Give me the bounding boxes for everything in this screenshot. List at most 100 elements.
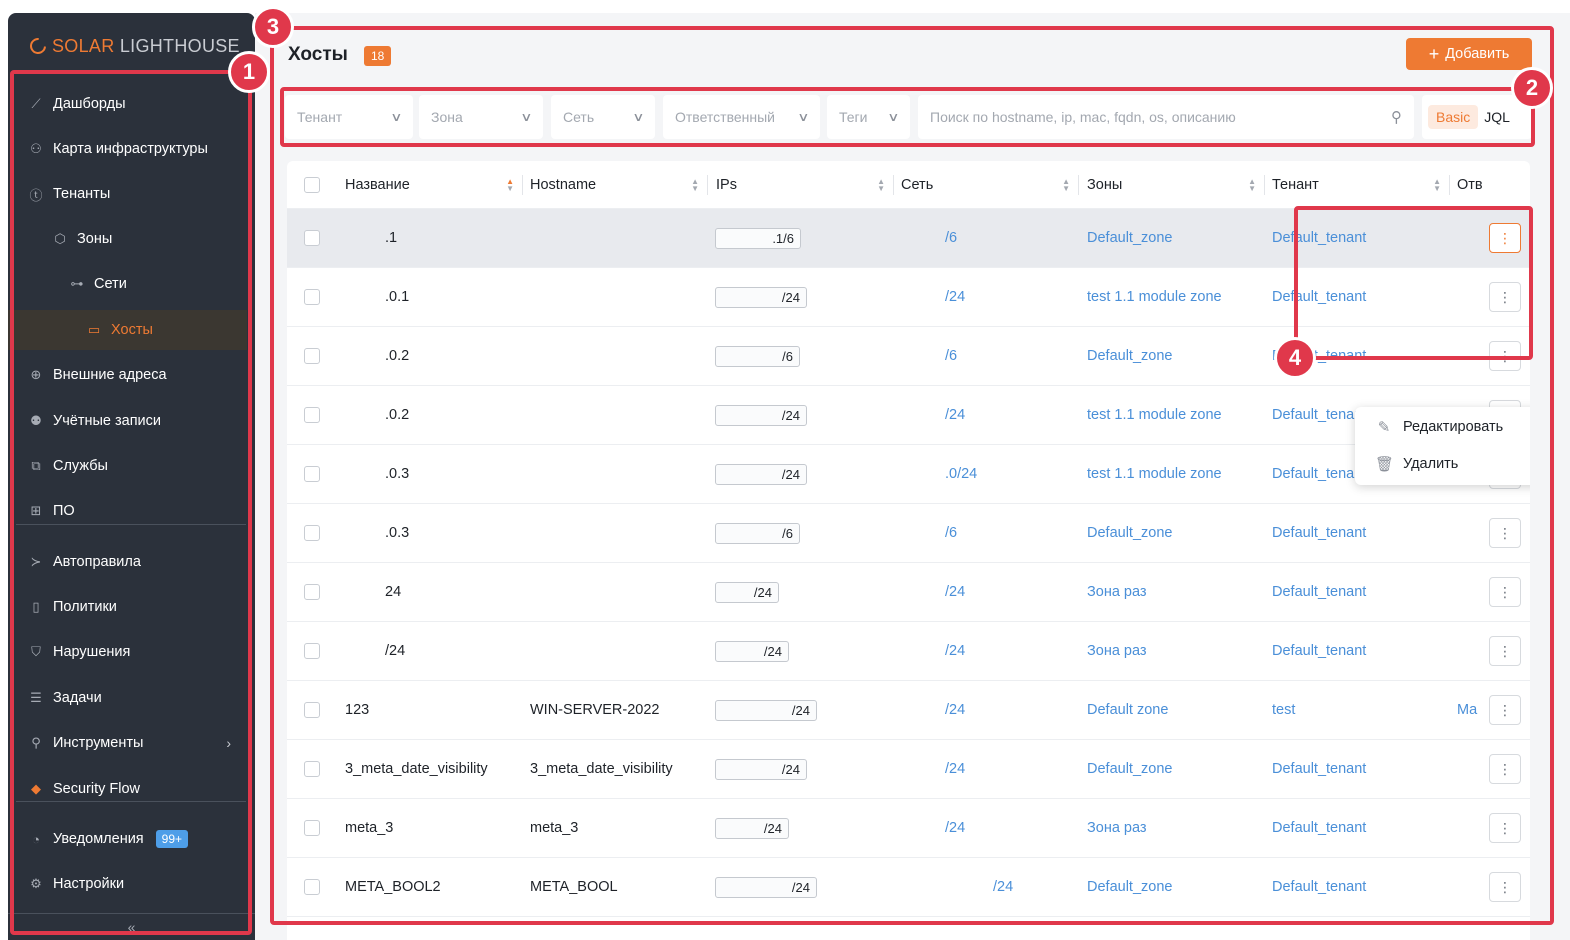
cell-owner-link[interactable] <box>1457 504 1487 562</box>
column-header-owner[interactable]: Отв <box>1457 161 1487 209</box>
cell-tenant-link[interactable]: Default_tenant <box>1272 740 1447 798</box>
cell-network-link[interactable]: /24 <box>901 681 1076 739</box>
cell-tenant-link[interactable]: Default_tenant <box>1272 858 1447 916</box>
cell-owner-link[interactable]: Ma <box>1457 681 1487 739</box>
sidebar-item-2[interactable]: ⚇ Карта инфраструктуры <box>8 129 247 169</box>
edit-menu-item[interactable]: ✎ Редактировать <box>1355 409 1530 445</box>
row-checkbox[interactable] <box>304 466 320 482</box>
row-checkbox[interactable] <box>304 407 320 423</box>
cell-owner-link[interactable] <box>1457 740 1487 798</box>
table-row[interactable]: 3_meta_date_visibility 3_meta_date_visibi… <box>287 740 1530 799</box>
column-header-ips[interactable]: IPs ▲ ▼ <box>716 161 891 209</box>
sidebar-item-18[interactable]: ⚙ Настройки <box>8 864 247 904</box>
cell-owner-link[interactable] <box>1457 563 1487 621</box>
cell-network-link[interactable]: /6 <box>901 504 1076 562</box>
row-actions-button[interactable]: ⋮ <box>1489 341 1521 371</box>
table-row[interactable]: meta_3 meta_3/24/24 Зона раз Default_tenant… <box>287 799 1530 858</box>
cell-zone-link[interactable]: Default_zone <box>1087 858 1262 916</box>
cell-zone-link[interactable]: Default_zone <box>1087 327 1262 385</box>
cell-owner-link[interactable] <box>1457 858 1487 916</box>
cell-network-link[interactable]: /6 <box>901 327 1076 385</box>
column-header-tenant[interactable]: Тенант ▲ ▼ <box>1272 161 1447 209</box>
row-checkbox[interactable] <box>304 879 320 895</box>
cell-zone-link[interactable]: Default_zone <box>1087 740 1262 798</box>
sidebar-item-9[interactable]: ⧉ Службы <box>8 446 247 486</box>
sidebar-item-13[interactable]: ⛉ Нарушения <box>8 632 247 672</box>
cell-network-link[interactable]: /6 <box>901 209 1076 267</box>
cell-tenant-link[interactable]: Default_tenant <box>1272 799 1447 857</box>
cell-tenant-link[interactable]: Default_tenant <box>1272 563 1447 621</box>
table-row[interactable]: .0.3/6/6 Default_zone Default_tenant ⋮ <box>287 504 1530 563</box>
cell-network-link[interactable]: /24 <box>901 563 1076 621</box>
cell-network-link[interactable]: /24 <box>901 268 1076 326</box>
column-header-name[interactable]: Название ▲ ▼ <box>345 161 520 209</box>
sidebar-item-11[interactable]: ≻ Автоправила <box>8 542 247 582</box>
row-actions-button[interactable]: ⋮ <box>1489 518 1521 548</box>
column-header-hostname[interactable]: Hostname ▲ ▼ <box>530 161 705 209</box>
network-filter[interactable]: Сеть ∨ <box>551 95 655 139</box>
row-checkbox[interactable] <box>304 643 320 659</box>
cell-network-link[interactable]: /24 <box>901 386 1076 444</box>
cell-tenant-link[interactable]: test <box>1272 681 1447 739</box>
sidebar-item-17[interactable]: ◔ Уведомления 99+ <box>8 819 247 859</box>
sidebar-item-15[interactable]: ⚲ Инструменты › <box>8 723 247 763</box>
row-checkbox[interactable] <box>304 230 320 246</box>
row-actions-button[interactable]: ⋮ <box>1489 223 1521 253</box>
owner-filter[interactable]: Ответственный ∨ <box>663 95 820 139</box>
table-row[interactable]: .0.1/24/24 test 1.1 module zone Default_te… <box>287 268 1530 327</box>
cell-zone-link[interactable]: test 1.1 module zone <box>1087 268 1262 326</box>
cell-zone-link[interactable]: Зона раз <box>1087 563 1262 621</box>
tags-filter[interactable]: Теги ∨ <box>827 95 910 139</box>
delete-menu-item[interactable]: 🗑 Удалить <box>1355 446 1530 482</box>
row-actions-button[interactable]: ⋮ <box>1489 813 1521 843</box>
cell-zone-link[interactable]: Default_zone <box>1087 209 1262 267</box>
sidebar-item-16[interactable]: ◆ Security Flow <box>8 769 247 809</box>
row-actions-button[interactable]: ⋮ <box>1489 695 1521 725</box>
sidebar-item-5[interactable]: ⊶ Сети <box>8 264 247 304</box>
table-row[interactable]: META_BOOL2 META_BOOL/24/24 Default_zone Def… <box>287 858 1530 917</box>
table-row[interactable]: 24/24/24 Зона раз Default_tenant ⋮ <box>287 563 1530 622</box>
table-row[interactable]: .0.2/24/24 test 1.1 module zone Default_te… <box>287 386 1530 445</box>
cell-tenant-link[interactable]: Default_tenant <box>1272 268 1447 326</box>
row-checkbox[interactable] <box>304 348 320 364</box>
cell-network-link[interactable]: /24 <box>901 799 1076 857</box>
sidebar-item-7[interactable]: ⊕ Внешние адреса <box>8 355 247 395</box>
table-row[interactable]: .0.2/6/6 Default_zone Default_tenant ⋮ <box>287 327 1530 386</box>
row-checkbox[interactable] <box>304 702 320 718</box>
sidebar-item-6[interactable]: ▭ Хосты <box>8 310 247 350</box>
row-checkbox[interactable] <box>304 525 320 541</box>
row-checkbox[interactable] <box>304 820 320 836</box>
jql-mode-button[interactable]: JQL <box>1484 109 1510 125</box>
row-actions-button[interactable]: ⋮ <box>1489 636 1521 666</box>
cell-tenant-link[interactable]: Default_tenant <box>1272 504 1447 562</box>
cell-network-link[interactable]: /24 <box>901 858 1076 916</box>
sidebar-item-8[interactable]: ⚉ Учётные записи <box>8 401 247 441</box>
cell-network-link[interactable]: /24 <box>901 622 1076 680</box>
column-header-zones[interactable]: Зоны ▲ ▼ <box>1087 161 1262 209</box>
row-checkbox[interactable] <box>304 761 320 777</box>
sidebar-item-10[interactable]: ⊞ ПО <box>8 491 247 531</box>
row-actions-button[interactable]: ⋮ <box>1489 577 1521 607</box>
sidebar-item-1[interactable]: ⟋ Дашборды <box>8 84 247 124</box>
cell-zone-link[interactable]: Default_zone <box>1087 504 1262 562</box>
tenant-filter[interactable]: Тенант ∨ <box>285 95 413 139</box>
add-host-button[interactable]: + Добавить <box>1406 38 1532 70</box>
select-all-checkbox[interactable] <box>304 177 320 193</box>
table-row[interactable]: .0.3/24.0/24 test 1.1 module zone Default_… <box>287 445 1530 504</box>
cell-network-link[interactable]: /24 <box>901 740 1076 798</box>
cell-owner-link[interactable] <box>1457 799 1487 857</box>
sidebar-item-4[interactable]: ⬡ Зоны <box>8 219 247 259</box>
search-icon[interactable]: ⚲ <box>1391 108 1402 126</box>
row-actions-button[interactable]: ⋮ <box>1489 872 1521 902</box>
row-actions-button[interactable]: ⋮ <box>1489 754 1521 784</box>
zone-filter[interactable]: Зона ∨ <box>419 95 543 139</box>
search-input[interactable] <box>930 109 1391 125</box>
table-row[interactable]: .1 .1/6/6 Default_zone Default_tenant ⋮ <box>287 209 1530 268</box>
row-checkbox[interactable] <box>304 584 320 600</box>
cell-owner-link[interactable] <box>1457 622 1487 680</box>
cell-zone-link[interactable]: Зона раз <box>1087 799 1262 857</box>
table-row[interactable]: 123 WIN-SERVER-2022/24/24 Default zone test… <box>287 681 1530 740</box>
cell-owner-link[interactable] <box>1457 268 1487 326</box>
cell-owner-link[interactable] <box>1457 327 1487 385</box>
cell-zone-link[interactable]: test 1.1 module zone <box>1087 445 1262 503</box>
